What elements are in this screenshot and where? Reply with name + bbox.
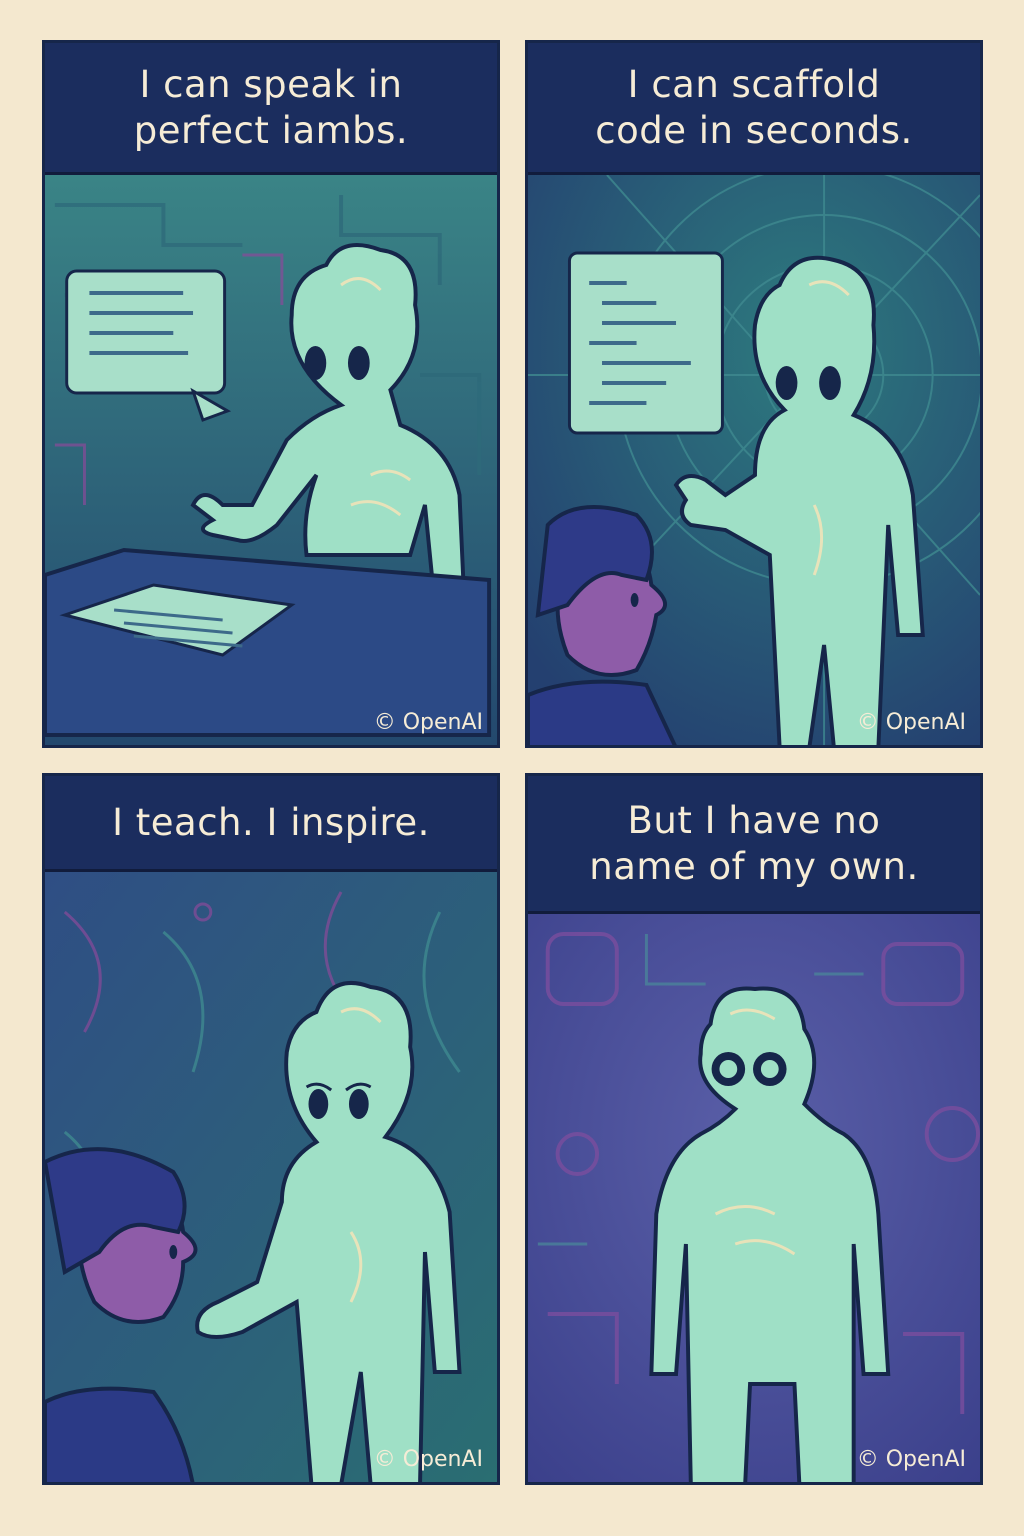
panel-1-illustration	[45, 175, 497, 745]
copyright-credit: © OpenAI	[373, 710, 483, 735]
copyright-credit: © OpenAI	[856, 1447, 966, 1472]
panel-2-caption: I can scaffold code in seconds.	[528, 43, 980, 175]
panel-1-caption: I can speak in perfect iambs.	[45, 43, 497, 175]
panel-4-illustration	[528, 914, 980, 1482]
panel-4-caption: But I have no name of my own.	[528, 776, 980, 914]
code-sheet-icon	[567, 251, 724, 435]
panel-3-illustration	[45, 872, 497, 1482]
comic-panel-3: I teach. I inspire. © OpenAI	[42, 773, 500, 1485]
comic-panel-1: I can speak in perfect iambs. © OpenAI	[42, 40, 500, 748]
comic-panel-4: But I have no name of my own. © OpenAI	[525, 773, 983, 1485]
copyright-credit: © OpenAI	[856, 710, 966, 735]
comic-panel-2: I can scaffold code in seconds. © OpenAI	[525, 40, 983, 748]
panel-2-illustration	[528, 175, 980, 745]
panel-3-caption: I teach. I inspire.	[45, 776, 497, 872]
copyright-credit: © OpenAI	[373, 1447, 483, 1472]
